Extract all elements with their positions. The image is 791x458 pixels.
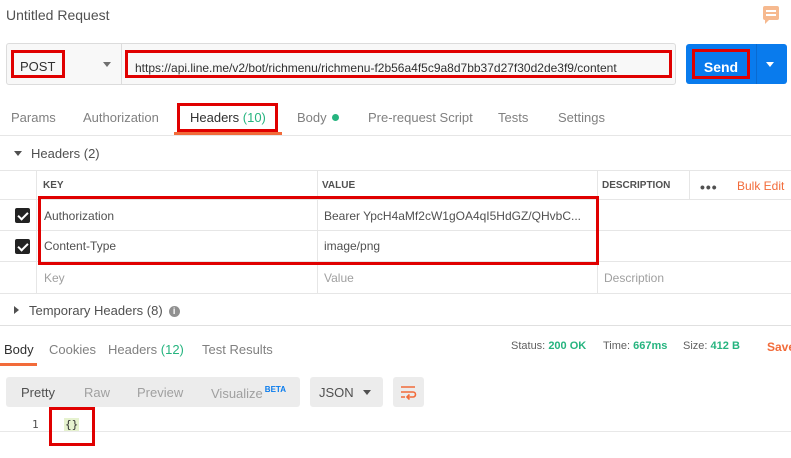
view-raw[interactable]: Raw: [84, 385, 110, 400]
highlight-box: [38, 196, 599, 265]
code-line: [0, 418, 791, 432]
new-description-input[interactable]: Description: [604, 271, 664, 285]
beta-badge: BETA: [264, 385, 286, 394]
header-value-cell[interactable]: image/png: [324, 239, 380, 253]
view-visualize[interactable]: Visualize BETA: [211, 385, 286, 401]
save-response-button[interactable]: Save: [767, 340, 791, 354]
tab-params[interactable]: Params: [11, 110, 56, 125]
tab-authorization[interactable]: Authorization: [83, 110, 159, 125]
new-key-input[interactable]: Key: [44, 271, 65, 285]
headers-section-title: Headers (2): [31, 146, 100, 161]
tab-pre-request-script[interactable]: Pre-request Script: [368, 110, 473, 125]
column-header-value: VALUE: [322, 180, 356, 191]
tab-headers[interactable]: Headers (10): [177, 103, 278, 132]
headers-table: KEY VALUE DESCRIPTION ••• Bulk Edit Auth…: [0, 170, 791, 294]
send-button[interactable]: Send: [692, 49, 750, 79]
caret-right-icon: [14, 306, 19, 314]
comment-icon[interactable]: [763, 6, 779, 24]
response-tabs: Body Cookies Headers (12) Test Results S…: [0, 326, 791, 366]
view-mode-bar: Pretty Raw Preview Visualize BETA: [6, 377, 300, 407]
body-indicator-dot: [331, 114, 339, 121]
header-row-checkbox[interactable]: [15, 239, 30, 254]
tab-response-body[interactable]: Body: [4, 342, 34, 357]
view-preview[interactable]: Preview: [137, 385, 183, 400]
info-icon[interactable]: i: [168, 306, 180, 317]
divider: [121, 44, 122, 84]
caret-down-icon: [14, 151, 22, 156]
tab-response-cookies[interactable]: Cookies: [49, 342, 96, 357]
request-tabs: Params Authorization Headers (10) Body P…: [0, 100, 791, 136]
format-select[interactable]: JSON: [310, 377, 383, 407]
tab-tests[interactable]: Tests: [498, 110, 528, 125]
url-input[interactable]: https://api.line.me/v2/bot/richmenu/rich…: [125, 50, 672, 78]
title-bar: Untitled Request: [0, 0, 791, 30]
column-header-description: DESCRIPTION: [602, 180, 671, 191]
response-size[interactable]: Size: 412 B: [683, 340, 740, 352]
chevron-down-icon[interactable]: [103, 62, 111, 67]
active-tab-indicator: [174, 132, 282, 135]
more-options-icon[interactable]: •••: [700, 179, 718, 195]
highlight-box: [49, 407, 95, 446]
header-value-cell[interactable]: Bearer YpcH4aMf2cW1gOA4qI5HdGZ/QHvbC...: [324, 209, 592, 223]
method-select[interactable]: POST: [11, 50, 65, 78]
tab-body[interactable]: Body: [297, 110, 339, 125]
active-tab-indicator: [0, 363, 37, 366]
column-header-key: KEY: [43, 180, 64, 191]
line-number: 1: [32, 418, 39, 431]
header-row-checkbox[interactable]: [15, 208, 30, 223]
response-time[interactable]: Time: 667ms: [603, 340, 667, 352]
temporary-headers-title: Temporary Headers (8): [29, 303, 163, 318]
new-value-input[interactable]: Value: [324, 271, 354, 285]
tab-settings[interactable]: Settings: [558, 110, 605, 125]
divider: [756, 44, 757, 84]
wrap-icon: [401, 386, 417, 400]
tab-test-results[interactable]: Test Results: [202, 342, 273, 357]
header-key-cell[interactable]: Content-Type: [44, 239, 116, 253]
bulk-edit-link[interactable]: Bulk Edit: [737, 179, 784, 193]
send-options-chevron-icon[interactable]: [766, 62, 774, 67]
response-status: Status: 200 OK: [511, 340, 587, 352]
url-bar: POST https://api.line.me/v2/bot/richmenu…: [6, 43, 676, 85]
send-button-group: Send: [686, 44, 787, 84]
view-pretty[interactable]: Pretty: [21, 385, 55, 400]
tab-response-headers[interactable]: Headers (12): [108, 342, 184, 357]
headers-count: (10): [242, 110, 266, 125]
header-key-cell[interactable]: Authorization: [44, 209, 114, 223]
headers-section-toggle[interactable]: Headers (2): [14, 146, 100, 161]
request-title[interactable]: Untitled Request: [6, 7, 110, 23]
chevron-down-icon: [363, 390, 371, 395]
temporary-headers-toggle[interactable]: Temporary Headers (8) i: [14, 303, 180, 318]
wrap-lines-button[interactable]: [393, 377, 424, 407]
